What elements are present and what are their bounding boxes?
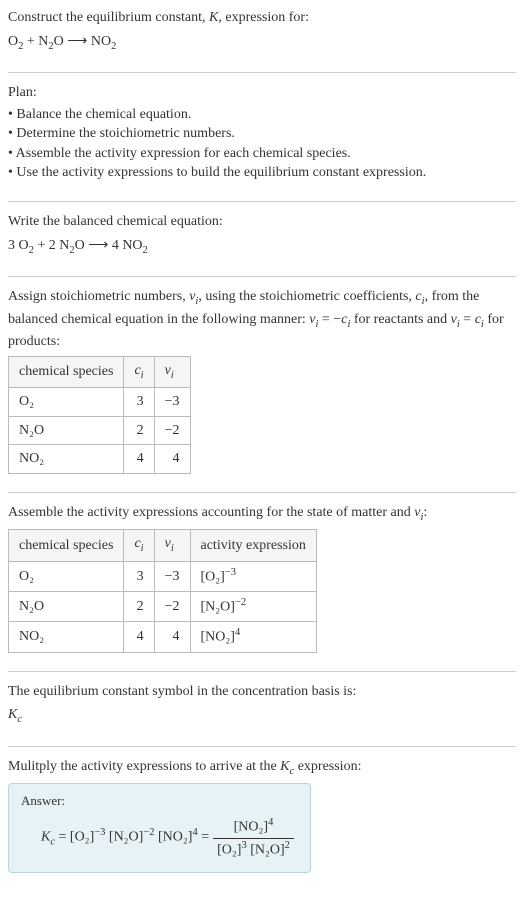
plan-item: • Balance the chemical equation.: [8, 105, 516, 125]
col-ci: ci: [124, 530, 154, 561]
kc-expression: Kc = [O₂]−3 [N₂O]−2 [NO₂]4 = [NO₂]4 [O₂]…: [21, 816, 298, 860]
stoich-table: chemical species ci νi O₂ 3 −3 N₂O 2 −2 …: [8, 356, 191, 474]
cell-species: NO₂: [9, 445, 124, 474]
kc-symbol: Kc: [8, 705, 516, 727]
eq-o2: O2: [8, 34, 23, 49]
cell-nu: −2: [154, 592, 190, 622]
fraction-denominator: [O₂]3 [N₂O]2: [213, 839, 294, 860]
plan-section: Plan: • Balance the chemical equation. •…: [8, 83, 516, 191]
symbol-intro: The equilibrium constant symbol in the c…: [8, 682, 516, 702]
table-row: O₂ 3 −3 [O₂]−3: [9, 561, 317, 591]
answer-box: Answer: Kc = [O₂]−3 [N₂O]−2 [NO₂]4 = [NO…: [8, 783, 311, 873]
table-row: N₂O 2 −2 [N₂O]−2: [9, 592, 317, 622]
cell-species: N₂O: [9, 416, 124, 445]
cell-c: 4: [124, 622, 154, 652]
divider: [8, 492, 516, 493]
cell-c: 3: [124, 561, 154, 591]
multiply-section: Mulitply the activity expressions to arr…: [8, 757, 516, 881]
prompt-line: Construct the equilibrium constant, K, e…: [8, 8, 516, 28]
col-expr: activity expression: [190, 530, 316, 561]
cell-expr: [O₂]−3: [190, 561, 316, 591]
assign-section: Assign stoichiometric numbers, νi, using…: [8, 287, 516, 482]
table-row: O₂ 3 −3: [9, 388, 191, 417]
cell-expr: [NO₂]4: [190, 622, 316, 652]
cell-nu: −2: [154, 416, 190, 445]
divider: [8, 276, 516, 277]
cell-nu: 4: [154, 622, 190, 652]
col-species: chemical species: [9, 356, 124, 387]
plan-item: • Use the activity expressions to build …: [8, 163, 516, 183]
cell-c: 2: [124, 416, 154, 445]
divider: [8, 72, 516, 73]
plan-item: • Assemble the activity expression for e…: [8, 144, 516, 164]
divider: [8, 671, 516, 672]
cell-expr: [N₂O]−2: [190, 592, 316, 622]
fraction-numerator: [NO₂]4: [213, 816, 294, 838]
activity-table: chemical species ci νi activity expressi…: [8, 529, 317, 652]
cell-species: O₂: [9, 561, 124, 591]
plan-list: • Balance the chemical equation. • Deter…: [8, 105, 516, 183]
table-row: N₂O 2 −2: [9, 416, 191, 445]
prompt-section: Construct the equilibrium constant, K, e…: [8, 8, 516, 62]
cell-c: 2: [124, 592, 154, 622]
answer-label: Answer:: [21, 792, 298, 810]
activity-intro: Assemble the activity expressions accoun…: [8, 503, 516, 525]
cell-species: N₂O: [9, 592, 124, 622]
table-row: NO₂ 4 4 [NO₂]4: [9, 622, 317, 652]
balanced-equation: 3 O2 + 2 N2O ⟶ 4 NO2: [8, 236, 516, 258]
unbalanced-equation: O2 + N2O ⟶ NO2: [8, 32, 516, 54]
col-nui: νi: [154, 530, 190, 561]
cell-nu: −3: [154, 388, 190, 417]
cell-c: 4: [124, 445, 154, 474]
plan-title: Plan:: [8, 83, 516, 103]
table-row: NO₂ 4 4: [9, 445, 191, 474]
prompt-text-1: Construct the equilibrium constant,: [8, 10, 209, 25]
cell-c: 3: [124, 388, 154, 417]
col-species: chemical species: [9, 530, 124, 561]
activity-section: Assemble the activity expressions accoun…: [8, 503, 516, 661]
prompt-text-2: , expression for:: [218, 10, 309, 25]
table-header-row: chemical species ci νi: [9, 356, 191, 387]
cell-species: O₂: [9, 388, 124, 417]
multiply-intro: Mulitply the activity expressions to arr…: [8, 757, 516, 779]
cell-nu: −3: [154, 561, 190, 591]
cell-nu: 4: [154, 445, 190, 474]
balanced-intro: Write the balanced chemical equation:: [8, 212, 516, 232]
eq-plus-n2o: + N2O: [23, 34, 63, 49]
col-ci: ci: [124, 356, 154, 387]
divider: [8, 201, 516, 202]
eq-arrow-no2: ⟶ NO2: [64, 34, 117, 49]
plan-item: • Determine the stoichiometric numbers.: [8, 124, 516, 144]
assign-intro: Assign stoichiometric numbers, νi, using…: [8, 287, 516, 352]
divider: [8, 746, 516, 747]
table-header-row: chemical species ci νi activity expressi…: [9, 530, 317, 561]
k-variable: K: [209, 10, 218, 25]
cell-species: NO₂: [9, 622, 124, 652]
fraction: [NO₂]4 [O₂]3 [N₂O]2: [213, 816, 294, 860]
symbol-section: The equilibrium constant symbol in the c…: [8, 682, 516, 736]
balanced-section: Write the balanced chemical equation: 3 …: [8, 212, 516, 266]
col-nui: νi: [154, 356, 190, 387]
